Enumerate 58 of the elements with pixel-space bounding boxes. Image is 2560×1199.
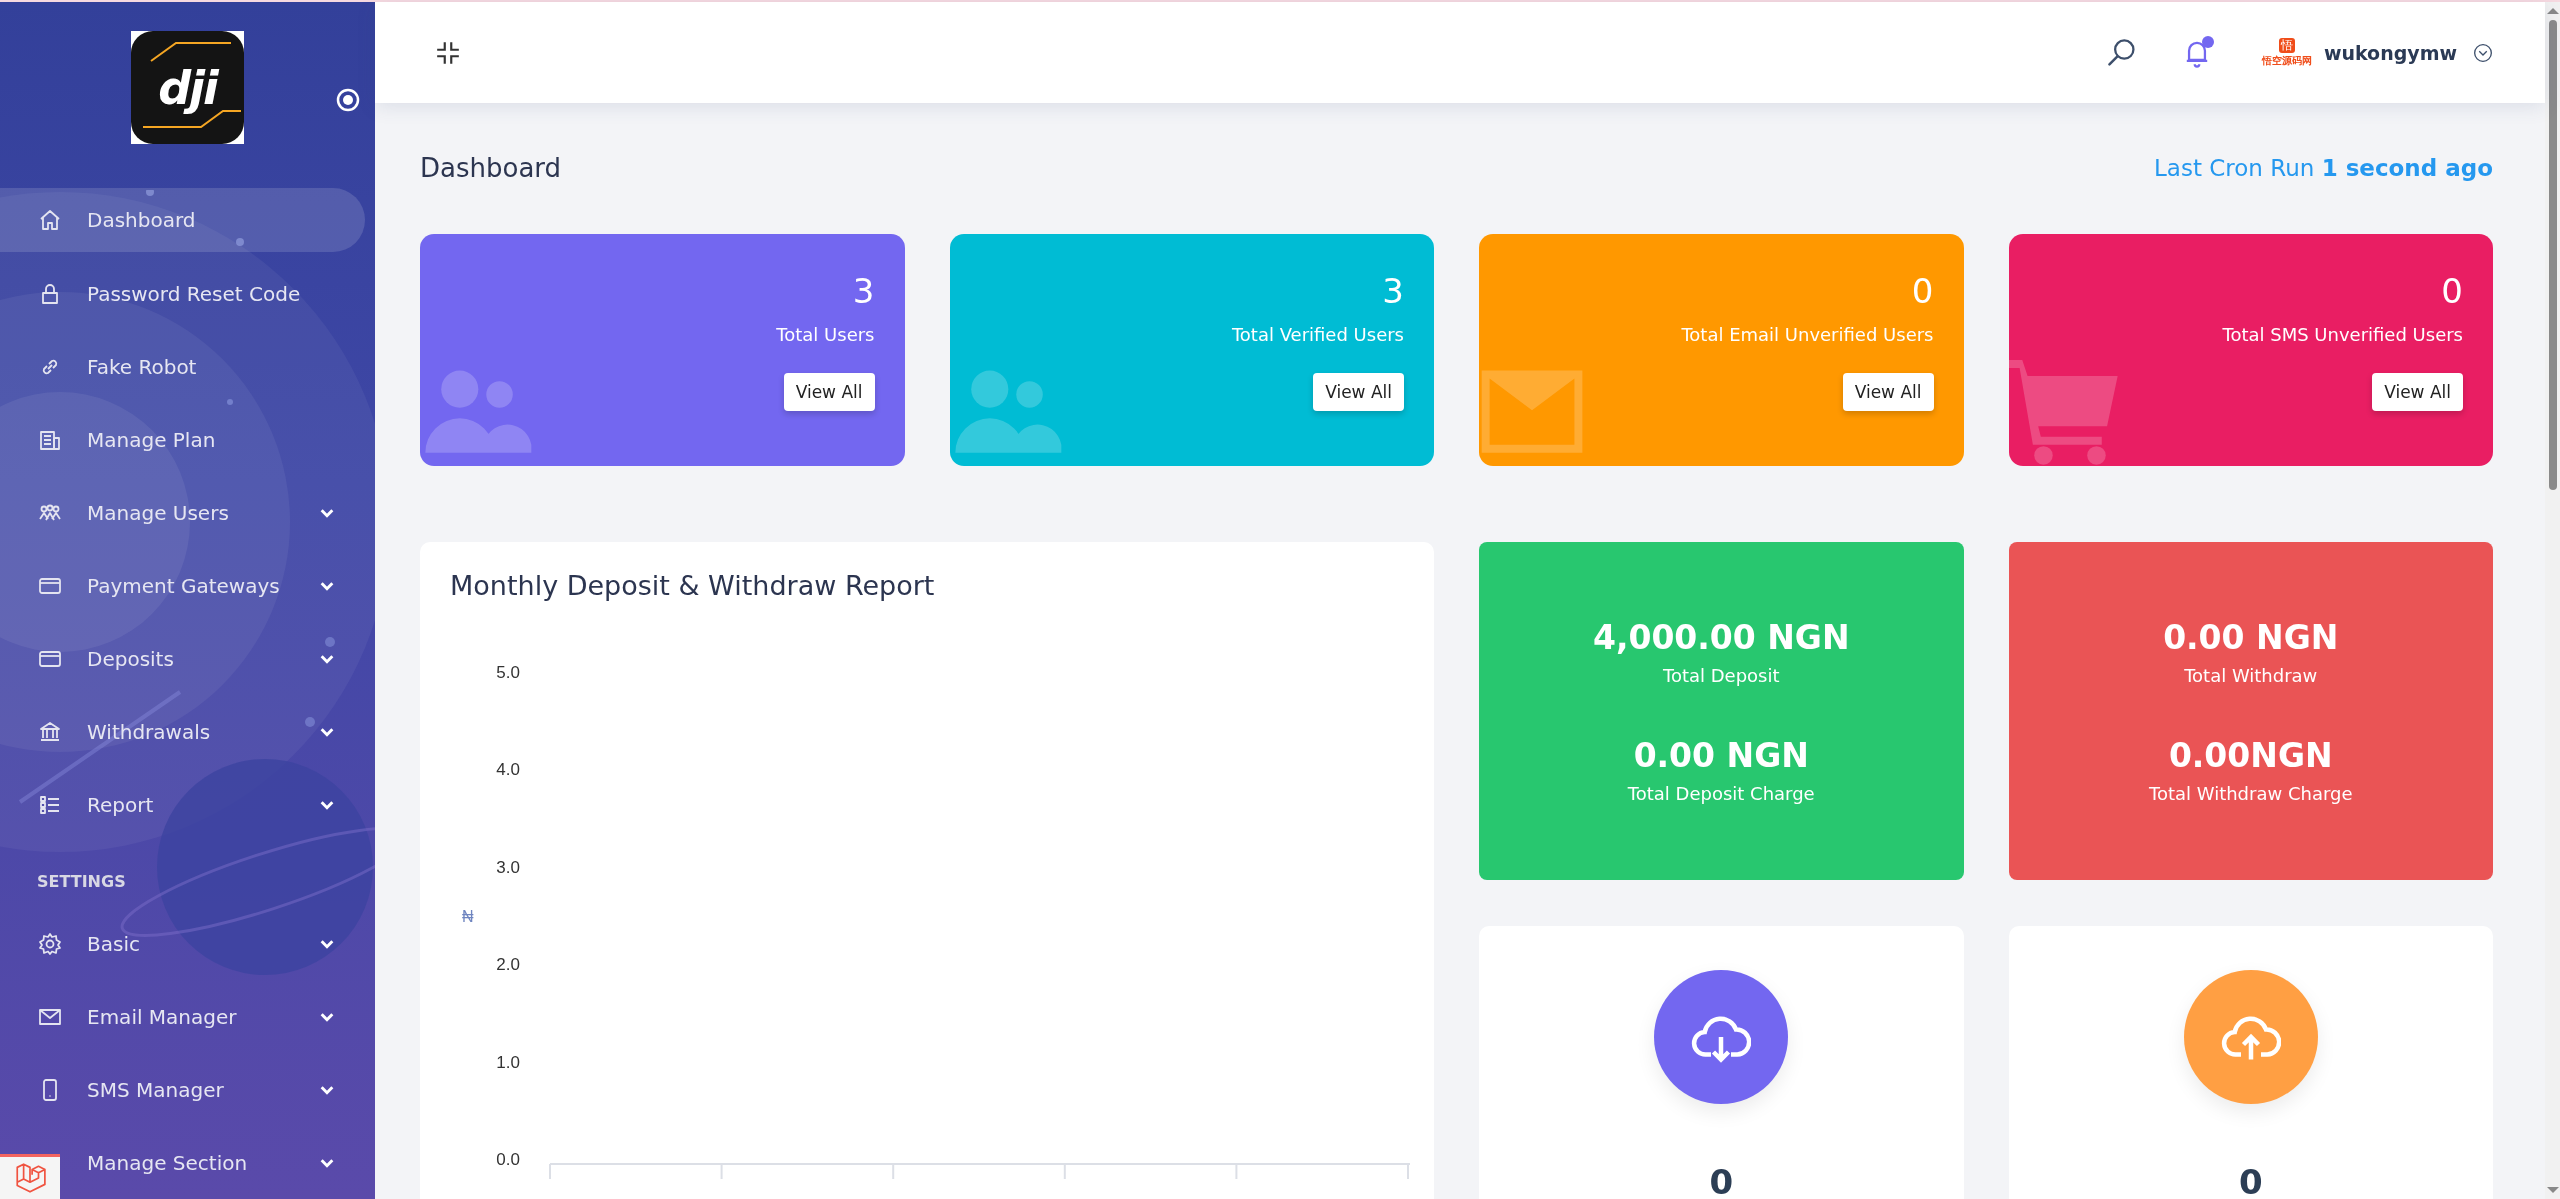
axis-tick-label: 1.0 bbox=[496, 1052, 520, 1072]
view-all-button[interactable]: View All bbox=[1842, 373, 1934, 411]
axis-tick-label: 3.0 bbox=[496, 857, 520, 877]
view-all-button[interactable]: View All bbox=[1313, 373, 1404, 411]
total-value: 0.00 NGN bbox=[1633, 736, 1809, 775]
axis-tick-label: 4.0 bbox=[496, 760, 520, 780]
dropdown-icon[interactable] bbox=[2473, 42, 2493, 63]
scrollbar[interactable] bbox=[2545, 2, 2560, 1199]
search-icon[interactable] bbox=[2105, 36, 2138, 69]
sidebar-item[interactable]: Dashboard bbox=[0, 188, 365, 252]
total-label: Total Deposit bbox=[1662, 665, 1780, 686]
total-label: Total Deposit Charge bbox=[1627, 783, 1815, 804]
stat-value: 3 bbox=[1382, 274, 1404, 308]
sidebar-item[interactable]: Payment Gateways bbox=[87, 573, 280, 598]
debugbar-toggle[interactable] bbox=[0, 1154, 60, 1199]
cron-status: Last Cron Run 1 second ago bbox=[2154, 155, 2493, 181]
sidebar-item[interactable]: Basic bbox=[87, 931, 140, 956]
total-value: 0.00 NGN bbox=[2163, 618, 2339, 657]
collapse-icon[interactable] bbox=[435, 39, 461, 66]
sidebar-item[interactable]: Withdrawals bbox=[87, 719, 211, 744]
stat-value: 0 bbox=[2441, 274, 2463, 308]
axis-title: ₦ bbox=[462, 907, 474, 925]
cube-logo-icon bbox=[13, 1161, 47, 1195]
total-label: Total Withdraw bbox=[2184, 665, 2318, 686]
axis-tick-label: 5.0 bbox=[496, 663, 520, 682]
sidebar-item[interactable]: Email Manager bbox=[87, 1004, 237, 1029]
stat-label: Total Verified Users bbox=[1231, 324, 1404, 345]
dji-logo[interactable]: dji bbox=[131, 31, 244, 144]
sidebar-item[interactable]: Manage Users bbox=[87, 500, 229, 525]
axis-tick-label: 0.0 bbox=[496, 1150, 520, 1169]
bank-icon bbox=[38, 719, 62, 744]
stat-value: 0 bbox=[1911, 274, 1934, 308]
view-all-button[interactable]: View All bbox=[783, 373, 875, 411]
gear-icon bbox=[38, 931, 62, 956]
page-title: Dashboard bbox=[420, 153, 562, 183]
sidebar-item[interactable]: Manage Section bbox=[87, 1150, 248, 1175]
count-value: 0 bbox=[2238, 1162, 2263, 1199]
sidebar-item[interactable]: SMS Manager bbox=[87, 1077, 224, 1102]
section-heading: SETTINGS bbox=[36, 870, 127, 893]
sidebar-item[interactable]: Manage Plan bbox=[87, 427, 216, 452]
view-all-button[interactable]: View All bbox=[2372, 373, 2463, 411]
sidebar-toggle-icon[interactable] bbox=[336, 88, 360, 112]
sidebar-item[interactable]: Report bbox=[87, 792, 154, 817]
total-value: 4,000.00 NGN bbox=[1592, 618, 1850, 657]
username[interactable]: wukongymw bbox=[2323, 41, 2457, 64]
sidebar-item[interactable]: Deposits bbox=[87, 646, 174, 671]
stat-label: Total SMS Unverified Users bbox=[2222, 324, 2463, 345]
axis-tick-label: 2.0 bbox=[496, 955, 520, 975]
chart-title: Monthly Deposit & Withdraw Report bbox=[450, 570, 936, 601]
total-label: Total Withdraw Charge bbox=[2149, 783, 2353, 804]
stat-label: Total Users bbox=[776, 324, 875, 345]
home-icon bbox=[38, 208, 62, 232]
count-value: 0 bbox=[1709, 1162, 1734, 1199]
stat-value: 3 bbox=[852, 274, 875, 308]
total-value: 0.00NGN bbox=[2168, 736, 2333, 775]
sidebar-item[interactable]: Password Reset Code bbox=[87, 281, 301, 306]
stat-label: Total Email Unverified Users bbox=[1681, 324, 1934, 345]
sidebar-item[interactable]: Fake Robot bbox=[87, 354, 197, 379]
